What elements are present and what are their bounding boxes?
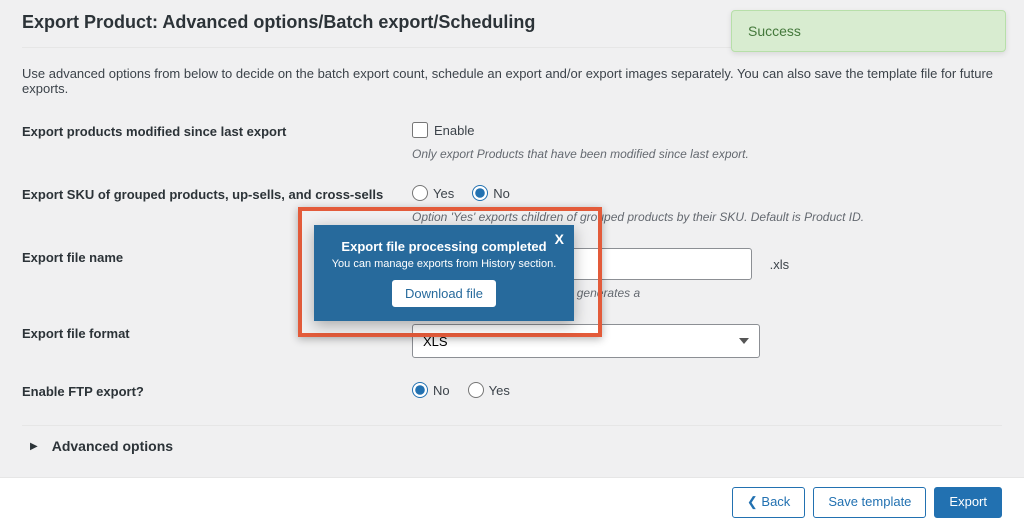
ftp-yes-label: Yes: [489, 383, 510, 398]
field-ftp-export: Enable FTP export? No Yes: [22, 382, 1002, 411]
hint-sku-grouped: Option 'Yes' exports children of grouped…: [412, 210, 1002, 224]
sku-yes-radio[interactable]: [412, 185, 428, 201]
save-template-button[interactable]: Save template: [813, 487, 926, 518]
field-label-modified-since: Export products modified since last expo…: [22, 122, 412, 161]
footer-bar: ❮ Back Save template Export: [0, 477, 1024, 531]
sku-no-radio[interactable]: [472, 185, 488, 201]
accordion-advanced-options[interactable]: ▶ Advanced options: [22, 425, 1002, 466]
file-ext-label: .xls: [756, 257, 790, 272]
sku-yes-label: Yes: [433, 186, 454, 201]
hint-modified-since: Only export Products that have been modi…: [412, 147, 1002, 161]
intro-text: Use advanced options from below to decid…: [22, 66, 1002, 96]
back-button-label: Back: [761, 494, 790, 509]
accordion-label: Advanced options: [52, 438, 173, 454]
enable-checkbox-label: Enable: [434, 123, 474, 138]
field-file-format: Export file format XLS: [22, 324, 1002, 368]
field-modified-since: Export products modified since last expo…: [22, 122, 1002, 171]
caret-right-icon: ▶: [30, 441, 38, 452]
enable-checkbox-wrap[interactable]: Enable: [412, 122, 474, 138]
sku-yes-radio-wrap[interactable]: Yes: [412, 185, 454, 201]
field-label-sku-grouped: Export SKU of grouped products, up-sells…: [22, 185, 412, 224]
toast-text: Success: [748, 23, 801, 39]
ftp-no-label: No: [433, 383, 450, 398]
field-label-file-format: Export file format: [22, 324, 412, 358]
close-icon[interactable]: X: [555, 231, 564, 247]
modal-title: Export file processing completed: [328, 239, 560, 254]
sku-no-label: No: [493, 186, 510, 201]
ftp-yes-radio-wrap[interactable]: Yes: [468, 382, 510, 398]
download-file-button[interactable]: Download file: [392, 280, 496, 307]
export-complete-modal: X Export file processing completed You c…: [314, 225, 574, 321]
ftp-no-radio[interactable]: [412, 382, 428, 398]
field-label-ftp-export: Enable FTP export?: [22, 382, 412, 401]
ftp-no-radio-wrap[interactable]: No: [412, 382, 450, 398]
file-format-select[interactable]: XLS: [412, 324, 760, 358]
ftp-yes-radio[interactable]: [468, 382, 484, 398]
sku-no-radio-wrap[interactable]: No: [472, 185, 510, 201]
export-button[interactable]: Export: [934, 487, 1002, 518]
back-button[interactable]: ❮ Back: [732, 487, 805, 518]
enable-checkbox[interactable]: [412, 122, 428, 138]
chevron-left-icon: ❮: [747, 494, 758, 509]
modal-subtext: You can manage exports from History sect…: [328, 258, 560, 270]
success-toast: Success: [731, 10, 1006, 52]
